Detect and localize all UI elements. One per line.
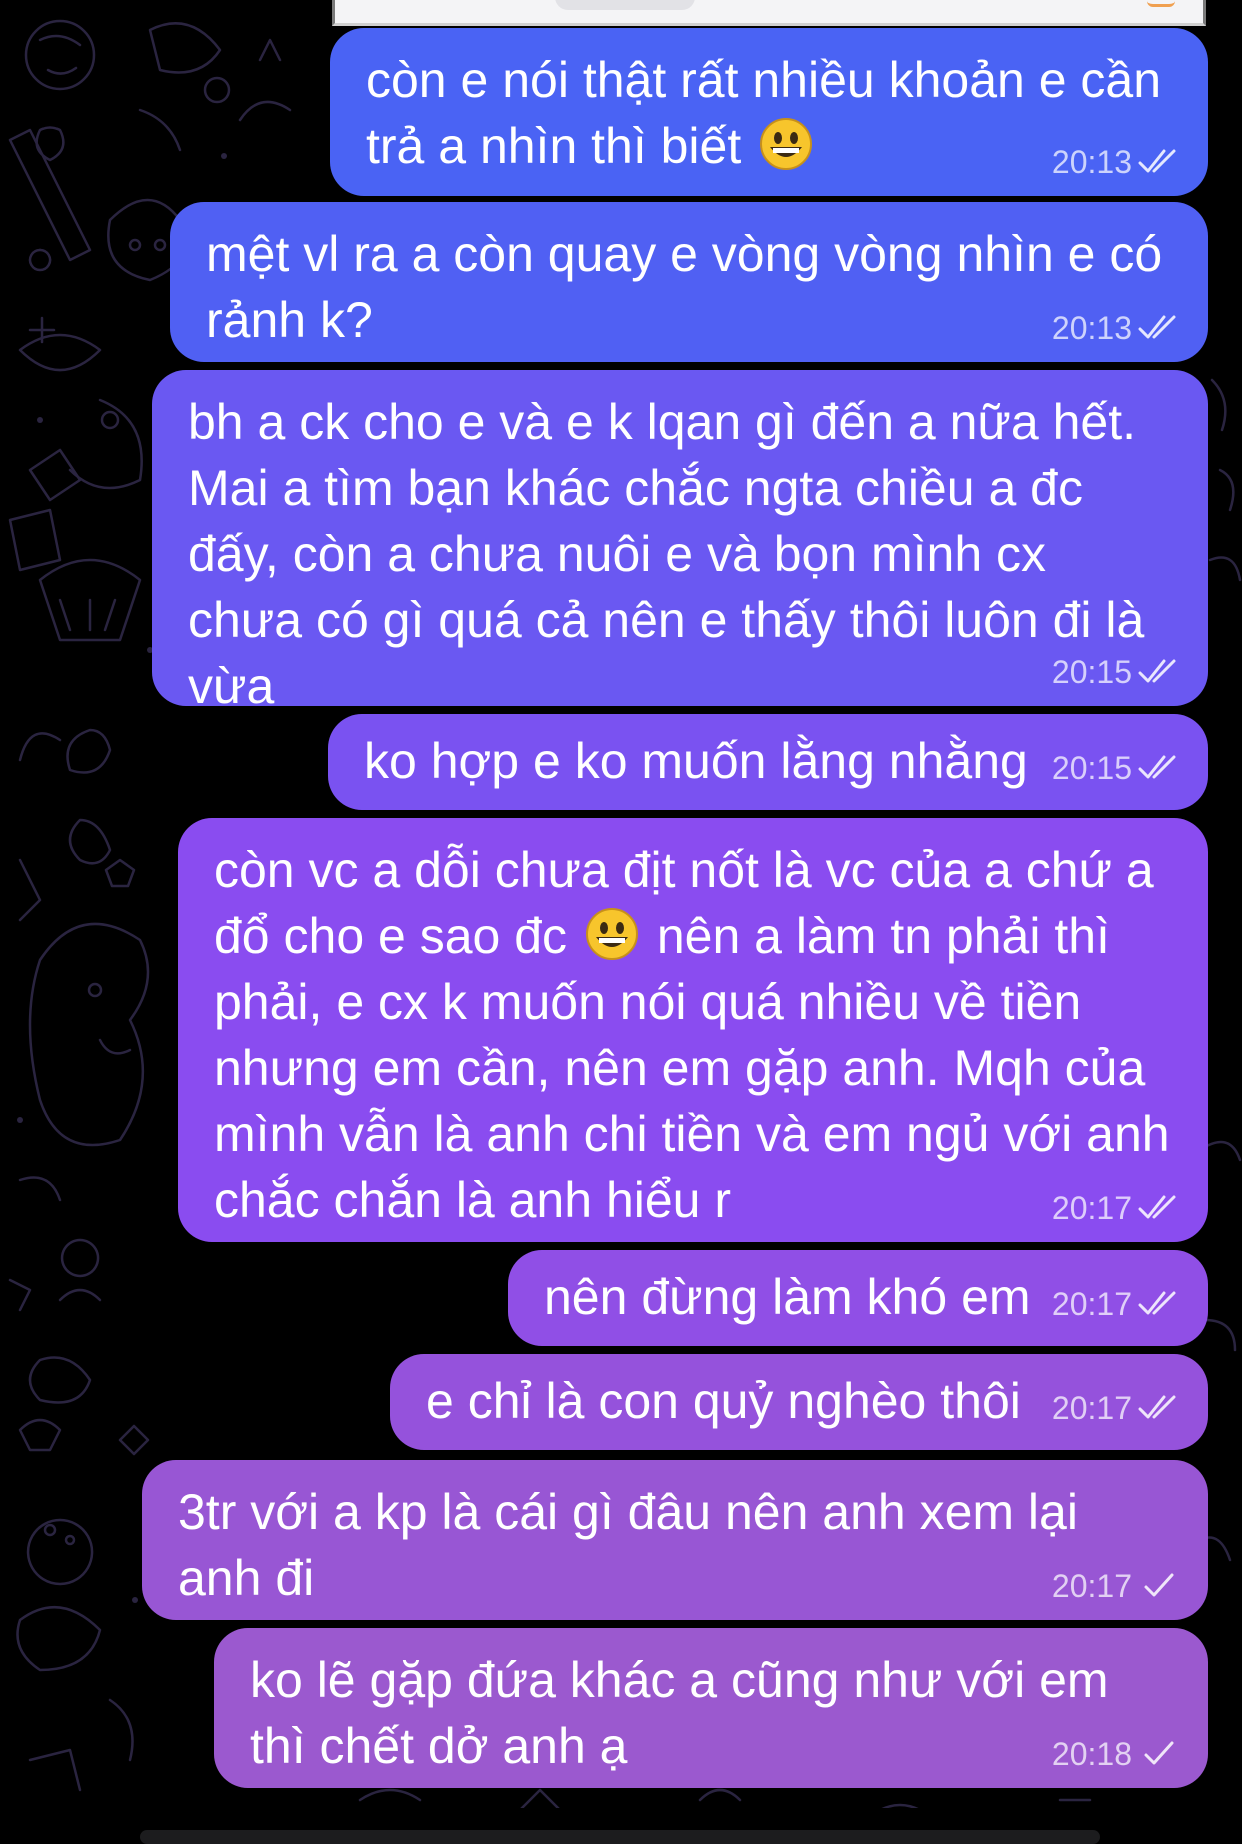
outgoing-message-bubble[interactable]: ko hợp e ko muốn lằng nhằng 20:15 bbox=[328, 714, 1208, 810]
double-check-icon bbox=[1138, 1395, 1176, 1419]
message-text: mệt vl ra a còn quay e vòng vòng nhìn e … bbox=[206, 226, 1163, 348]
message-text: bh a ck cho e và e k lqan gì đến a nữa h… bbox=[188, 394, 1145, 714]
home-indicator[interactable] bbox=[140, 1830, 1100, 1844]
message-meta: 20:17 bbox=[1052, 1286, 1180, 1322]
message-time: 20:17 bbox=[1051, 1568, 1132, 1604]
message-time: 20:17 bbox=[1051, 1390, 1132, 1426]
message-meta: 20:15 bbox=[1052, 750, 1180, 786]
outgoing-message-bubble[interactable]: bh a ck cho e và e k lqan gì đến a nữa h… bbox=[152, 370, 1208, 714]
message-meta: 20:13 bbox=[1052, 310, 1180, 346]
message-text: ko hợp e ko muốn lằng nhằng bbox=[364, 733, 1028, 789]
message-time: 20:18 bbox=[1051, 1736, 1132, 1772]
bottom-bar bbox=[0, 1808, 1242, 1844]
grinning-face-emoji bbox=[759, 117, 813, 171]
message-time: 20:13 bbox=[1051, 310, 1132, 346]
message-meta: 20:15 bbox=[1052, 654, 1180, 690]
message-time: 20:17 bbox=[1051, 1286, 1132, 1322]
outgoing-message-bubble[interactable]: còn e nói thật rất nhiều khoản e cần trả… bbox=[330, 28, 1208, 196]
message-meta: 20:17 bbox=[1052, 1568, 1180, 1604]
message-time: 20:17 bbox=[1051, 1190, 1132, 1226]
single-check-icon bbox=[1144, 1741, 1174, 1765]
message-meta: 20:18 bbox=[1052, 1736, 1180, 1772]
outgoing-message-bubble[interactable]: còn vc a dỗi chưa địt nốt là vc của a ch… bbox=[178, 818, 1208, 1242]
double-check-icon bbox=[1138, 315, 1176, 339]
message-time: 20:13 bbox=[1051, 144, 1132, 180]
message-thread[interactable]: còn e nói thật rất nhiều khoản e cần trả… bbox=[0, 0, 1242, 1840]
message-time: 20:15 bbox=[1051, 750, 1132, 786]
outgoing-message-bubble[interactable]: e chỉ là con quỷ nghèo thôi 20:17 bbox=[390, 1354, 1208, 1450]
outgoing-message-bubble[interactable]: 3tr với a kp là cái gì đâu nên anh xem l… bbox=[142, 1460, 1208, 1620]
message-time: 20:15 bbox=[1051, 654, 1132, 690]
message-meta: 20:17 bbox=[1052, 1190, 1180, 1226]
outgoing-message-bubble[interactable]: ko lẽ gặp đứa khác a cũng như với em thì… bbox=[214, 1628, 1208, 1788]
grinning-face-emoji bbox=[585, 907, 639, 961]
outgoing-message-bubble[interactable]: mệt vl ra a còn quay e vòng vòng nhìn e … bbox=[170, 202, 1208, 362]
double-check-icon bbox=[1138, 1291, 1176, 1315]
message-text: ko lẽ gặp đứa khác a cũng như với em thì… bbox=[250, 1652, 1109, 1774]
message-text: còn vc a dỗi chưa địt nốt là vc của a ch… bbox=[214, 837, 1172, 1233]
message-text: 3tr với a kp là cái gì đâu nên anh xem l… bbox=[178, 1484, 1078, 1606]
message-meta: 20:13 bbox=[1052, 144, 1180, 180]
double-check-icon bbox=[1138, 659, 1176, 683]
message-meta: 20:17 bbox=[1052, 1390, 1180, 1426]
outgoing-message-bubble[interactable]: nên đừng làm khó em 20:17 bbox=[508, 1250, 1208, 1346]
double-check-icon bbox=[1138, 1195, 1176, 1219]
double-check-icon bbox=[1138, 149, 1176, 173]
single-check-icon bbox=[1144, 1573, 1174, 1597]
double-check-icon bbox=[1138, 755, 1176, 779]
